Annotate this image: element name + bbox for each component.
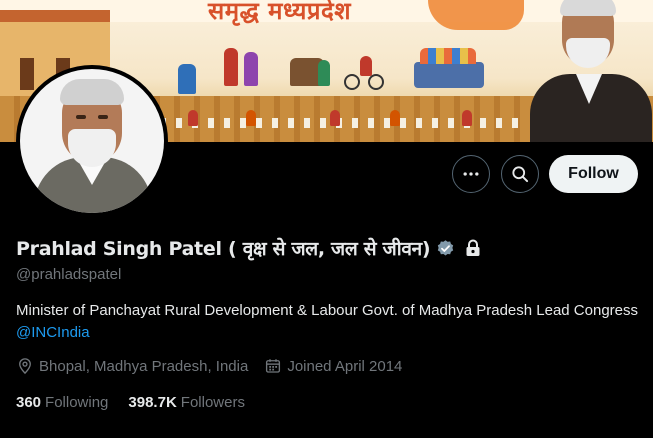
profile-bio: Minister of Panchayat Rural Development … — [16, 300, 641, 344]
profile-name: Prahlad Singh Patel ( वृक्ष से जल, जल से… — [16, 238, 431, 260]
followers-label: Followers — [180, 394, 245, 411]
avatar-eye — [76, 115, 86, 119]
search-button[interactable] — [501, 155, 539, 193]
banner-figure — [360, 56, 372, 76]
profile-handle: @prahladspatel — [16, 266, 122, 283]
banner-figure — [224, 48, 238, 86]
location-item: Bhopal, Madhya Pradesh, India — [16, 357, 248, 375]
portrait-beard — [566, 38, 610, 68]
follow-button[interactable]: Follow — [549, 155, 638, 193]
banner-figure — [244, 52, 258, 86]
banner-title: समृद्ध मध्यप्रदेश — [208, 0, 352, 25]
banner-cart — [414, 48, 484, 88]
more-icon — [463, 172, 479, 176]
banner-figure — [318, 60, 330, 86]
joined-text: Joined April 2014 — [287, 357, 403, 375]
banner-figure — [246, 110, 256, 126]
avatar-eye — [98, 115, 108, 119]
joined-item: Joined April 2014 — [264, 357, 402, 375]
profile-meta: Bhopal, Madhya Pradesh, India Joined Apr… — [16, 357, 418, 375]
avatar-photo — [20, 69, 164, 213]
followers-link[interactable]: 398.7K Followers — [128, 394, 245, 411]
portrait-hair — [560, 0, 616, 16]
following-label: Following — [45, 394, 109, 411]
banner-portrait — [524, 0, 653, 142]
banner-figure — [390, 110, 400, 126]
following-link[interactable]: 360 Following — [16, 394, 108, 411]
calendar-icon — [266, 359, 281, 373]
more-button[interactable] — [452, 155, 490, 193]
profile-name-row: Prahlad Singh Patel ( वृक्ष से जल, जल से… — [16, 235, 481, 261]
search-icon — [512, 166, 529, 183]
banner-map-shape — [428, 0, 524, 30]
banner-figure — [178, 64, 196, 94]
bio-text: Minister of Panchayat Rural Development … — [16, 302, 639, 319]
profile-stats: 360 Following 398.7K Followers — [16, 394, 265, 411]
verified-badge-icon[interactable] — [436, 239, 455, 258]
avatar-hair — [60, 79, 124, 105]
house-door — [20, 58, 34, 90]
bio-mention-link[interactable]: @INCIndia — [16, 324, 90, 341]
profile-avatar[interactable] — [16, 65, 168, 217]
location-pin-icon — [19, 358, 31, 375]
banner-figure — [462, 110, 472, 126]
banner-figure — [188, 110, 198, 126]
location-text: Bhopal, Madhya Pradesh, India — [39, 357, 249, 375]
followers-count: 398.7K — [128, 394, 177, 411]
following-count: 360 — [16, 394, 42, 411]
protected-lock-icon — [466, 239, 480, 256]
banner-figure — [330, 110, 340, 126]
